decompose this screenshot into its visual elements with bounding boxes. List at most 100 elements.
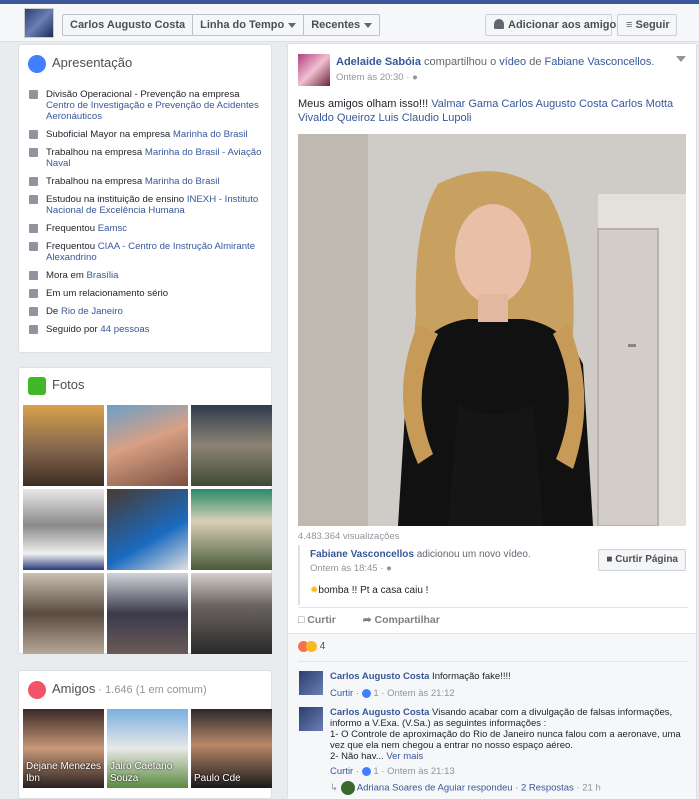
intro-item-link[interactable]: Rio de Janeiro — [61, 306, 123, 317]
reply-author[interactable]: Adriana Soares de Aguiar — [357, 783, 465, 794]
intro-item-link[interactable]: 44 pessoas — [100, 324, 149, 335]
photo-thumbnail[interactable] — [107, 573, 188, 654]
like-page-label: Curtir Página — [615, 554, 678, 565]
intro-item-icon — [29, 177, 38, 186]
intro-item-label: Frequentou — [46, 223, 98, 234]
photos-header[interactable]: Fotos — [28, 377, 85, 396]
intro-item-label: Estudou na instituição de ensino — [46, 194, 187, 205]
intro-item-icon — [29, 195, 38, 204]
intro-item: Estudou na instituição de ensino INEXH -… — [29, 194, 265, 216]
intro-item-label: Seguido por — [46, 324, 101, 335]
comment-time[interactable]: Ontem às 21:13 — [387, 766, 455, 777]
photo-thumbnail[interactable] — [23, 573, 104, 654]
comment-like[interactable]: Curtir — [330, 688, 353, 699]
post-author-avatar[interactable] — [298, 54, 330, 86]
add-friend-label: Adicionar aos amigos — [508, 19, 623, 31]
intro-item-text: Frequentou CIAA - Centro de Instrução Al… — [46, 241, 265, 263]
like-page-button[interactable]: ■ Curtir Página — [598, 549, 686, 571]
intro-card: Apresentação Divisão Operacional - Preve… — [18, 44, 272, 353]
profile-avatar[interactable] — [24, 8, 54, 38]
chevron-down-icon — [288, 22, 297, 28]
intro-item-link[interactable]: Marinha do Brasil — [173, 129, 248, 140]
comment-author[interactable]: Carlos Augusto Costa — [330, 671, 429, 682]
shared-meta: Ontem às 18:45 · ● — [310, 563, 392, 574]
comment-avatar[interactable] — [299, 707, 323, 731]
friend-tile[interactable]: Paulo Cde — [191, 709, 272, 788]
photo-thumbnail[interactable] — [107, 405, 188, 486]
photo-thumbnail[interactable] — [191, 405, 272, 486]
comment-avatar[interactable] — [299, 671, 323, 695]
reply-count[interactable]: 2 Respostas — [521, 783, 574, 794]
reply-time: · 21 h — [576, 782, 601, 794]
friend-name: Jairo Caetano Souza — [110, 761, 173, 784]
shared-header: Fabiane Vasconcellos adicionou um novo v… — [310, 549, 531, 560]
video-views: 4.483.364 visualizações — [298, 531, 400, 542]
intro-item-text: Em um relacionamento sério — [46, 288, 168, 299]
comment-line-2: 1- O Controle de aproximação do Rio de J… — [330, 729, 681, 751]
video-player[interactable] — [298, 134, 686, 526]
see-more-link[interactable]: Ver mais — [386, 751, 423, 762]
like-reaction-icon — [361, 688, 371, 698]
add-friend-button[interactable]: Adicionar aos amigos — [485, 14, 622, 36]
follow-button[interactable]: ≡ Seguir — [617, 14, 677, 36]
post-original-author[interactable]: Fabiane Vasconcellos — [545, 56, 652, 68]
share-button[interactable]: ➦ Compartilhar — [363, 614, 440, 626]
recent-tab[interactable]: Recentes — [304, 15, 379, 35]
reply-text: respondeu · — [465, 782, 521, 794]
post-meta: Ontem às 20:30 · ● — [336, 72, 418, 83]
intro-item-link[interactable]: Marinha do Brasil — [145, 176, 220, 187]
post-of-text: de — [526, 56, 545, 68]
intro-item-icon — [29, 224, 38, 233]
friend-tile[interactable]: Dejane Menezes Ibn — [23, 709, 104, 788]
like-button[interactable]: □ Curtir — [298, 614, 336, 626]
photo-thumbnail[interactable] — [23, 489, 104, 570]
photo-thumbnail[interactable] — [191, 573, 272, 654]
intro-item-link[interactable]: Eamsc — [98, 223, 127, 234]
top-accent-bar — [0, 0, 699, 4]
intro-item: Em um relacionamento sério — [29, 288, 265, 299]
intro-item: Mora em Brasília — [29, 270, 265, 281]
intro-header: Apresentação — [28, 55, 132, 74]
comment-time[interactable]: Ontem às 21:12 — [387, 688, 455, 699]
post-video-link[interactable]: vídeo — [499, 56, 526, 68]
intro-item-link[interactable]: Centro de Investigação e Prevenção de Ac… — [46, 100, 259, 122]
photo-thumbnail[interactable] — [191, 489, 272, 570]
intro-item-icon — [29, 90, 38, 99]
post-author[interactable]: Adelaide Sabóia — [336, 56, 421, 68]
comment-like[interactable]: Curtir — [330, 766, 353, 777]
timeline-tab[interactable]: Linha do Tempo — [193, 15, 305, 35]
friends-count: · 1.646 (1 em comum) — [98, 684, 207, 696]
reactions-row[interactable]: 4 — [298, 641, 325, 652]
photo-thumbnail[interactable] — [23, 405, 104, 486]
intro-item: Frequentou Eamsc — [29, 223, 265, 234]
shared-time[interactable]: Ontem às 18:45 — [310, 563, 378, 574]
comment-like-count: 1 — [373, 766, 379, 777]
intro-item-text: Estudou na instituição de ensino INEXH -… — [46, 194, 265, 216]
globe-icon: ● — [386, 563, 392, 574]
friends-title: Amigos — [52, 681, 96, 696]
post-options-icon[interactable] — [676, 56, 686, 62]
friend-tile[interactable]: Jairo Caetano Souza — [107, 709, 188, 788]
intro-item: Trabalhou na empresa Marinha do Brasil -… — [29, 147, 265, 169]
comment-body: Carlos Augusto Costa Visando acabar com … — [330, 707, 690, 795]
comment-actions: Curtir · 1 · Ontem às 21:12 — [330, 688, 455, 699]
shared-author[interactable]: Fabiane Vasconcellos — [310, 549, 414, 560]
comment-like-count: 1 — [373, 688, 379, 699]
intro-item-label: Mora em — [46, 270, 87, 281]
profile-nav: Carlos Augusto Costa Linha do Tempo Rece… — [62, 14, 381, 36]
intro-item-link[interactable]: Brasília — [87, 270, 119, 281]
friend-name: Paulo Cde — [194, 773, 241, 784]
post-time[interactable]: Ontem às 20:30 — [336, 72, 404, 83]
reply-summary[interactable]: ↳ Adriana Soares de Aguiar respondeu · 2… — [330, 781, 690, 795]
post-actions: □ Curtir ➦ Compartilhar — [298, 614, 440, 626]
video-frame — [298, 134, 686, 526]
profile-name-tab[interactable]: Carlos Augusto Costa — [63, 15, 194, 35]
comment-author[interactable]: Carlos Augusto Costa — [330, 707, 429, 718]
friends-header[interactable]: Amigos · 1.646 (1 em comum) — [28, 681, 207, 700]
like-label: Curtir — [307, 614, 336, 626]
intro-item-icon — [29, 271, 38, 280]
intro-item-text: Trabalhou na empresa Marinha do Brasil -… — [46, 147, 265, 169]
intro-item-icon — [29, 289, 38, 298]
photo-thumbnail[interactable] — [107, 489, 188, 570]
intro-list: Divisão Operacional - Prevenção na empre… — [29, 89, 265, 342]
